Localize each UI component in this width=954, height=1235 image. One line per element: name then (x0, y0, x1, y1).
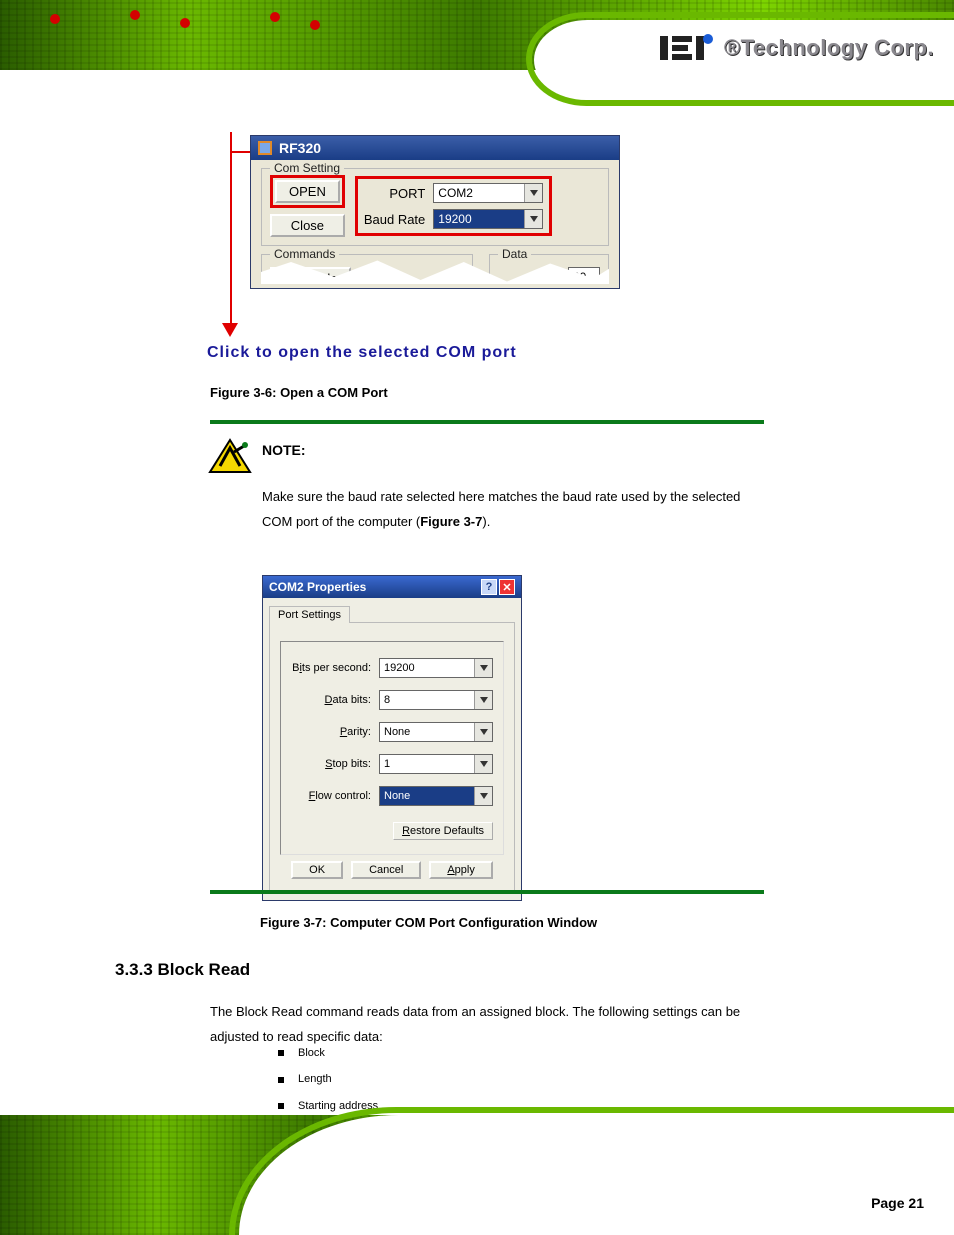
list-item: Length (278, 1066, 378, 1092)
baud-value[interactable] (434, 210, 524, 228)
baud-label: Baud Rate (364, 212, 425, 227)
dropdown-arrow-icon[interactable] (524, 210, 542, 228)
com2-properties-dialog: COM2 Properties ? ✕ Port Settings Bits p… (262, 575, 522, 901)
callout-caption: Click to open the selected COM port (207, 344, 517, 362)
com-setting-group: Com Setting OPEN Close PORT (261, 168, 609, 246)
note-title: NOTE: (262, 442, 306, 458)
dropdown-arrow-icon[interactable] (474, 691, 492, 709)
stopbits-label: Stop bits: (291, 758, 371, 770)
figure-3-6-caption: Figure 3-6: Open a COM Port (210, 385, 388, 400)
parity-combo[interactable] (379, 722, 493, 742)
data-legend: Data (498, 247, 531, 261)
port-settings-panel: Bits per second: Data bits: Parity: Stop… (280, 641, 504, 855)
dropdown-arrow-icon[interactable] (474, 755, 492, 773)
help-button-icon[interactable]: ? (481, 579, 497, 595)
commands-legend: Commands (270, 247, 339, 261)
port-combo[interactable] (433, 183, 543, 203)
port-value[interactable] (434, 184, 524, 202)
bps-label: Bits per second: (291, 662, 371, 674)
rf320-title-text: RF320 (279, 140, 321, 156)
bullet-square-icon (278, 1077, 284, 1083)
dropdown-arrow-icon[interactable] (474, 723, 492, 741)
torn-lower-area: Commands Read Blo Data (261, 246, 609, 284)
com2-titlebar: COM2 Properties ? ✕ (263, 576, 521, 598)
rf320-titlebar: RF320 (251, 136, 619, 160)
rf320-window-screenshot: RF320 Com Setting OPEN Close PORT (250, 135, 620, 289)
bullet-square-icon (278, 1050, 284, 1056)
cancel-button[interactable]: Cancel (351, 861, 421, 879)
brand-text: ®Technology Corp. (724, 35, 934, 61)
databits-combo[interactable] (379, 690, 493, 710)
com2-title-text: COM2 Properties (269, 580, 366, 594)
section-heading: 3.3.3 Block Read (115, 960, 250, 980)
dropdown-arrow-icon[interactable] (474, 787, 492, 805)
divider (210, 420, 764, 424)
note-body: Make sure the baud rate selected here ma… (262, 485, 754, 534)
apply-button[interactable]: Apply (429, 861, 493, 879)
parity-label: Parity: (291, 726, 371, 738)
note-triangle-icon (208, 438, 252, 474)
callout-arrow-icon (228, 132, 232, 337)
databits-label: Data bits: (291, 694, 371, 706)
bps-combo[interactable] (379, 658, 493, 678)
baud-combo[interactable] (433, 209, 543, 229)
restore-defaults-button[interactable]: Restore Defaults (393, 822, 493, 840)
com-setting-legend: Com Setting (270, 161, 344, 175)
app-icon (257, 140, 273, 156)
note-ref: Figure 3-7 (420, 514, 482, 529)
brand-logo-block: ®Technology Corp. (656, 28, 934, 68)
header-band: ®Technology Corp. (0, 0, 954, 120)
dropdown-arrow-icon[interactable] (474, 659, 492, 677)
flow-combo[interactable] (379, 786, 493, 806)
divider (210, 890, 764, 894)
dropdown-arrow-icon[interactable] (524, 184, 542, 202)
figure-3-7-caption: Figure 3-7: Computer COM Port Configurat… (260, 915, 597, 930)
port-baud-highlight-box: PORT Baud Rate (355, 176, 552, 236)
brand-mark: ® (724, 35, 741, 60)
footer-swoosh (239, 1115, 954, 1235)
port-label: PORT (364, 186, 425, 201)
close-button-icon[interactable]: ✕ (499, 579, 515, 595)
footer-band: Page 21 (0, 1095, 954, 1235)
open-button[interactable]: OPEN (275, 180, 340, 203)
stopbits-combo[interactable] (379, 754, 493, 774)
page-content: RF320 Com Setting OPEN Close PORT (0, 130, 954, 1095)
list-item: Block (278, 1040, 378, 1066)
iei-logo-icon (656, 28, 716, 68)
ok-button[interactable]: OK (291, 861, 343, 879)
flow-label: Flow control: (291, 790, 371, 802)
page-number: Page 21 (871, 1195, 924, 1211)
open-highlight-box: OPEN (270, 175, 345, 208)
tab-port-settings[interactable]: Port Settings (269, 606, 350, 623)
close-button[interactable]: Close (270, 214, 345, 237)
